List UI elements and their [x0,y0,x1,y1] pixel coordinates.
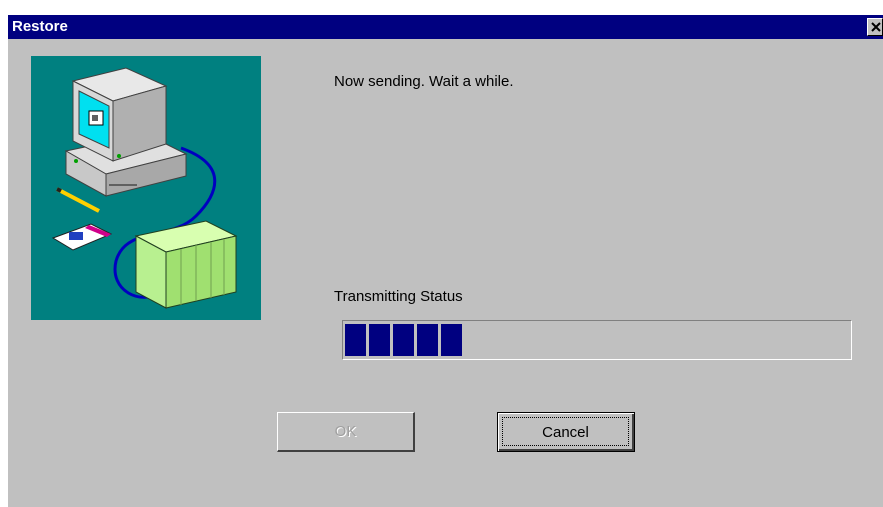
progress-segment [393,324,414,356]
computer-to-plc-transfer-illustration [31,56,261,320]
progress-segment [369,324,390,356]
ok-button[interactable]: OK [277,412,415,452]
cancel-button[interactable]: Cancel [497,412,635,452]
progress-fill [345,324,462,356]
title-bar[interactable]: Restore [8,15,883,39]
status-message: Now sending. Wait a while. [334,73,514,90]
close-icon [871,22,881,32]
close-button[interactable] [867,18,883,36]
restore-dialog: Restore Now sending. Wait a while. Trans… [8,15,883,507]
progress-segment [345,324,366,356]
cancel-button-label: Cancel [502,417,629,446]
progress-bar [342,320,852,360]
window-title: Restore [12,18,68,35]
progress-segment [417,324,438,356]
transmitting-status-label: Transmitting Status [334,288,463,305]
progress-segment [441,324,462,356]
